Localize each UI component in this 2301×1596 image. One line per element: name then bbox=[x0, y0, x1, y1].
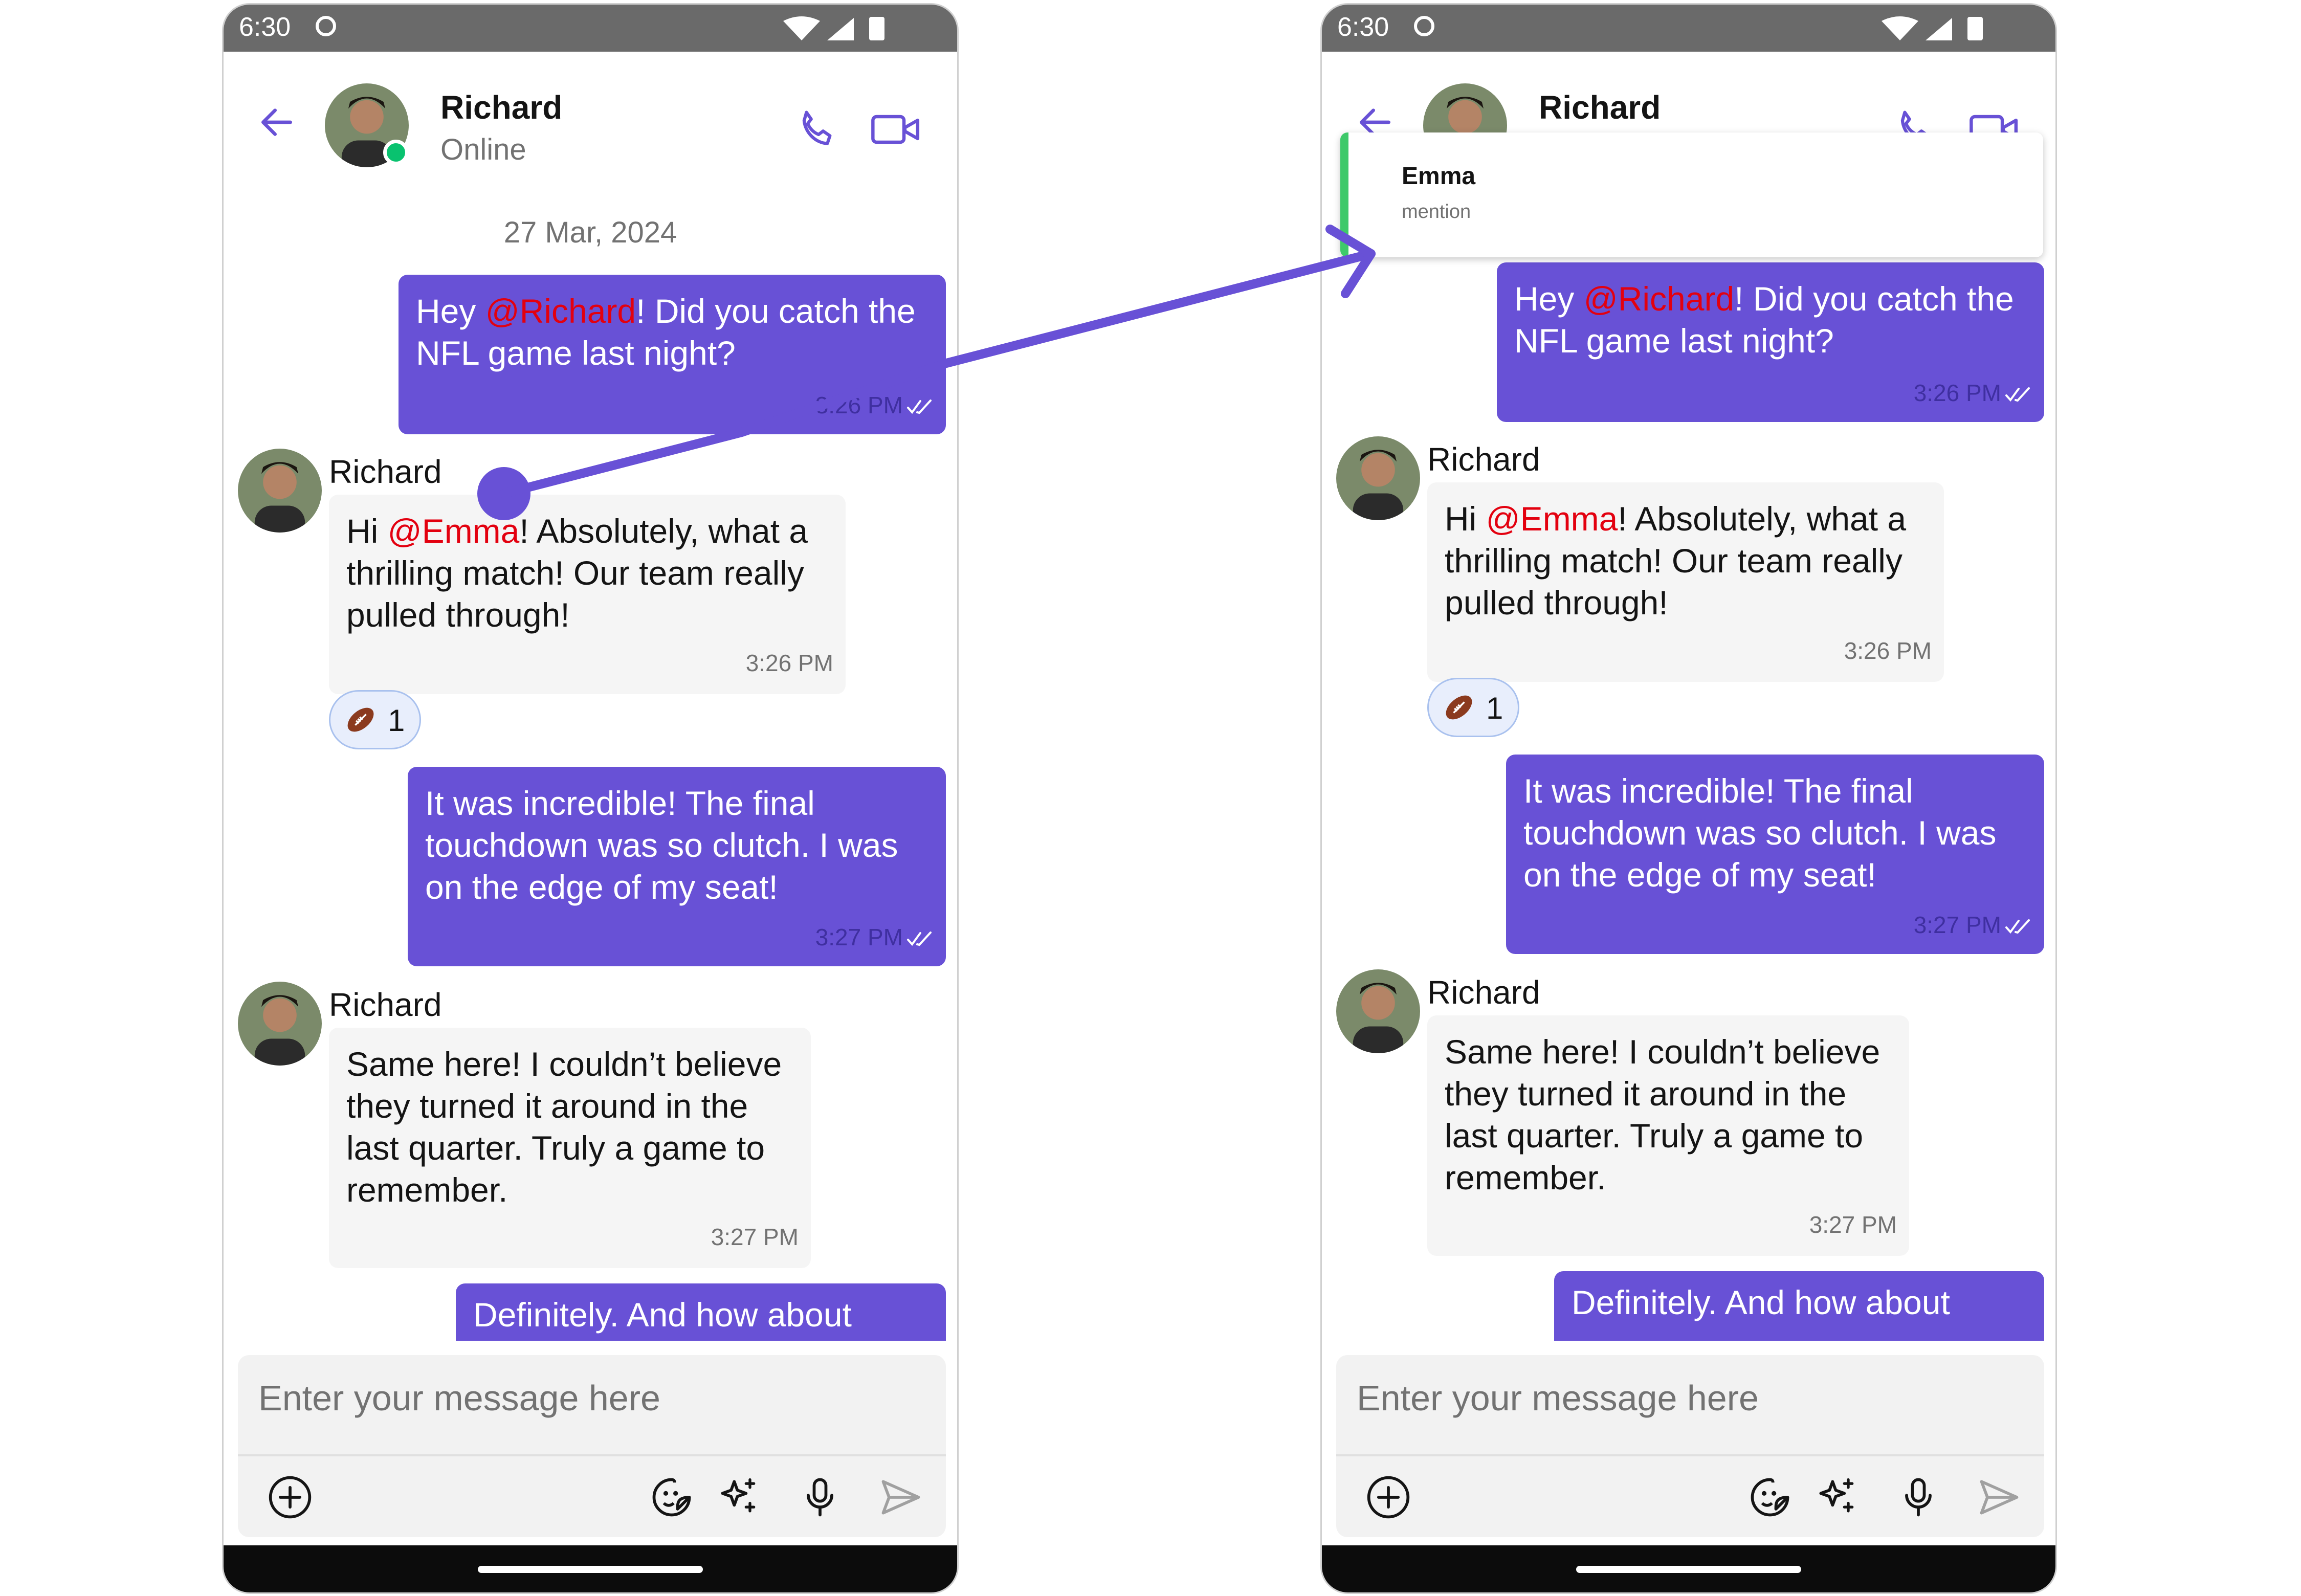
sender-name: Richard bbox=[329, 453, 442, 490]
sender-name: Richard bbox=[329, 986, 442, 1023]
add-icon[interactable] bbox=[267, 1474, 314, 1521]
message-composer: Enter your message here bbox=[1336, 1355, 2044, 1537]
message-text: Definitely. And how about bbox=[1572, 1283, 1950, 1321]
notification-icon bbox=[316, 16, 336, 36]
message-meta: 3:27 PM bbox=[815, 916, 934, 958]
sender-avatar[interactable] bbox=[238, 449, 322, 533]
message-text: Hey @Richard! Did you catch the NFL game… bbox=[416, 292, 916, 372]
message-meta: 3:27 PM bbox=[1914, 904, 2032, 946]
sender-avatar[interactable] bbox=[1336, 969, 1420, 1053]
mention-type: mention bbox=[1402, 201, 1471, 223]
american-football-icon bbox=[347, 707, 374, 732]
message-time: 3:27 PM bbox=[711, 1224, 799, 1250]
incoming-message[interactable]: Same here! I couldn’t believe they turne… bbox=[329, 1028, 811, 1268]
message-clip: Definitely. And how about bbox=[224, 1283, 957, 1341]
back-arrow-icon[interactable] bbox=[256, 102, 297, 143]
message-time: 3:26 PM bbox=[745, 650, 833, 676]
status-time: 6:30 bbox=[1337, 12, 1389, 42]
message-text: It was incredible! The final touchdown w… bbox=[1523, 772, 1997, 894]
reaction-chip[interactable]: 1 bbox=[329, 690, 421, 749]
status-time: 6:30 bbox=[239, 12, 291, 42]
read-ticks-icon bbox=[2005, 919, 2030, 934]
mention-suggestion-list: Emma mention bbox=[1340, 132, 2043, 257]
send-icon[interactable] bbox=[877, 1474, 924, 1521]
online-status-dot bbox=[383, 140, 409, 165]
system-status-icons bbox=[1882, 16, 1983, 40]
sender-name: Richard bbox=[1427, 974, 1540, 1011]
message-time: 3:26 PM bbox=[1844, 637, 1932, 664]
contact-name: Richard bbox=[440, 89, 563, 126]
home-indicator[interactable] bbox=[1576, 1566, 1801, 1573]
sticker-icon[interactable] bbox=[1746, 1474, 1794, 1521]
incoming-message[interactable]: Hi @Emma! Absolutely, what a thrilling m… bbox=[329, 495, 846, 694]
mention-tag[interactable]: @Richard bbox=[485, 292, 636, 330]
reaction-chip[interactable]: 1 bbox=[1427, 678, 1519, 737]
home-indicator[interactable] bbox=[478, 1566, 703, 1573]
mention-user-name: Emma bbox=[1402, 163, 1476, 190]
outgoing-message[interactable]: Hey @Richard! Did you catch the NFL game… bbox=[399, 275, 946, 434]
outgoing-message[interactable]: It was incredible! The final touchdown w… bbox=[408, 767, 946, 966]
read-ticks-icon bbox=[2005, 387, 2030, 402]
phone-screen-right: 6:30 Richard Hey @Richard! Did you catch… bbox=[1320, 3, 2057, 1594]
message-text: Same here! I couldn’t believe they turne… bbox=[1445, 1033, 1880, 1196]
message-meta: 3:26 PM bbox=[1914, 372, 2032, 414]
message-input[interactable]: Enter your message here bbox=[1357, 1378, 1759, 1418]
navigation-bar bbox=[1322, 1545, 2055, 1592]
message-text: Hi @Emma! Absolutely, what a thrilling m… bbox=[346, 512, 808, 634]
message-meta: 3:26 PM bbox=[815, 384, 934, 426]
outgoing-message[interactable]: It was incredible! The final touchdown w… bbox=[1506, 755, 2044, 954]
send-icon[interactable] bbox=[1976, 1474, 2023, 1521]
message-time: 3:26 PM bbox=[1913, 380, 2001, 406]
outgoing-message[interactable]: Definitely. And how about bbox=[1554, 1271, 2044, 1341]
outgoing-message[interactable]: Definitely. And how about bbox=[456, 1283, 946, 1341]
sticker-icon[interactable] bbox=[648, 1474, 695, 1521]
status-bar: 6:30 bbox=[224, 5, 957, 52]
composer-divider bbox=[1336, 1454, 2044, 1456]
phone-screen-left: 6:30 Richard Online 27 Mar, 2024 Hey @Ri… bbox=[222, 3, 959, 1594]
microphone-icon[interactable] bbox=[796, 1474, 844, 1521]
outgoing-message[interactable]: Hey @Richard! Did you catch the NFL game… bbox=[1497, 262, 2044, 422]
message-time: 3:27 PM bbox=[815, 924, 903, 950]
message-clip: Definitely. And how about bbox=[1322, 1271, 2055, 1341]
contact-status: Online bbox=[440, 133, 526, 166]
phone-icon[interactable] bbox=[792, 105, 844, 156]
microphone-icon[interactable] bbox=[1895, 1474, 1942, 1521]
navigation-bar bbox=[224, 1545, 957, 1592]
status-bar: 6:30 bbox=[1322, 5, 2055, 52]
message-text: Hi @Emma! Absolutely, what a thrilling m… bbox=[1445, 500, 1907, 622]
system-status-icons bbox=[783, 16, 884, 40]
add-icon[interactable] bbox=[1365, 1474, 1412, 1521]
message-composer: Enter your message here bbox=[238, 1355, 946, 1537]
mention-tag[interactable]: @Emma bbox=[388, 512, 520, 550]
read-ticks-icon bbox=[907, 399, 932, 414]
message-text: Same here! I couldn’t believe they turne… bbox=[346, 1045, 782, 1209]
message-input[interactable]: Enter your message here bbox=[258, 1378, 660, 1418]
chat-header: Richard Online bbox=[224, 52, 957, 174]
message-text: It was incredible! The final touchdown w… bbox=[425, 784, 898, 906]
reaction-count: 1 bbox=[388, 703, 405, 738]
video-icon[interactable] bbox=[870, 109, 921, 150]
message-time: 3:26 PM bbox=[815, 392, 903, 418]
mention-suggestion-item[interactable]: Emma mention bbox=[1340, 132, 2043, 257]
mention-tag[interactable]: @Richard bbox=[1584, 280, 1734, 318]
message-text: Definitely. And how about bbox=[473, 1296, 852, 1334]
sender-avatar[interactable] bbox=[1336, 436, 1420, 520]
contact-name: Richard bbox=[1539, 89, 1661, 126]
ai-sparkle-icon[interactable] bbox=[715, 1474, 762, 1521]
message-time: 3:27 PM bbox=[1809, 1211, 1897, 1238]
sender-avatar[interactable] bbox=[238, 982, 322, 1066]
message-time: 3:27 PM bbox=[1913, 912, 2001, 938]
incoming-message[interactable]: Hi @Emma! Absolutely, what a thrilling m… bbox=[1427, 482, 1944, 682]
read-ticks-icon bbox=[907, 931, 932, 946]
incoming-message[interactable]: Same here! I couldn’t believe they turne… bbox=[1427, 1015, 1909, 1256]
date-separator: 27 Mar, 2024 bbox=[503, 216, 677, 249]
american-football-icon bbox=[1446, 695, 1472, 720]
composer-divider bbox=[238, 1454, 946, 1456]
mention-tag[interactable]: @Emma bbox=[1486, 500, 1618, 538]
sender-name: Richard bbox=[1427, 441, 1540, 478]
message-text: Hey @Richard! Did you catch the NFL game… bbox=[1514, 280, 2014, 360]
reaction-count: 1 bbox=[1486, 691, 1503, 725]
notification-icon bbox=[1414, 16, 1434, 36]
ai-sparkle-icon[interactable] bbox=[1813, 1474, 1860, 1521]
